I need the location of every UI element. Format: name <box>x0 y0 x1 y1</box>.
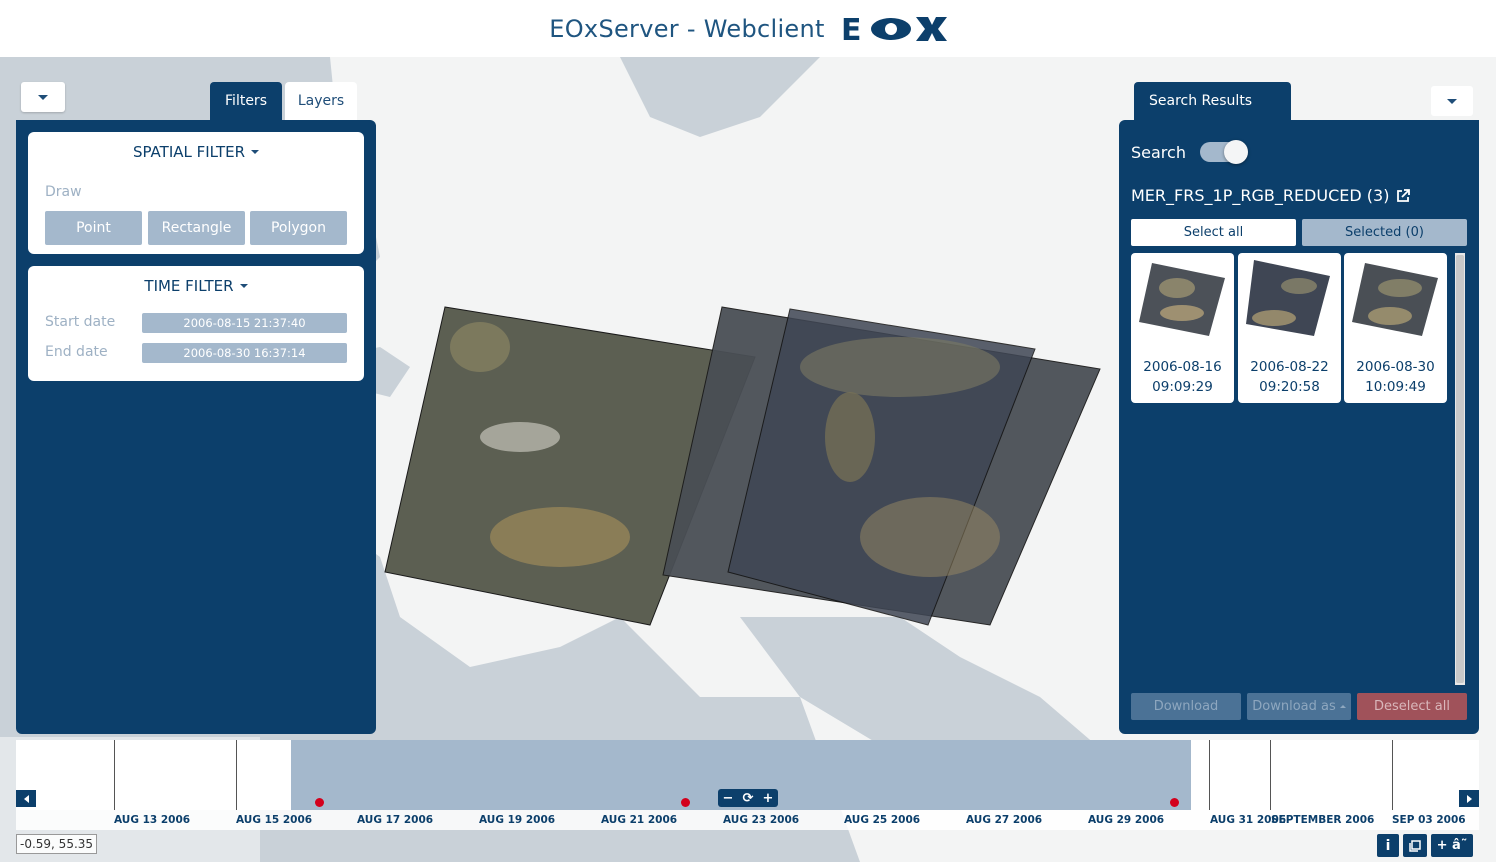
timeline-back-button[interactable] <box>16 790 36 807</box>
tab-layers[interactable]: Layers <box>285 82 357 120</box>
result-thumbnail <box>1139 263 1225 336</box>
timeline-label: SEPTEMBER 2006 <box>1271 814 1375 826</box>
time-filter-card: TIME FILTER Start date 2006-08-15 21:37:… <box>28 266 364 381</box>
timeline-record-dot[interactable] <box>1170 798 1179 807</box>
timeline-label: SEP 03 2006 <box>1392 814 1466 826</box>
bottom-controls: i + â˜ <box>1377 834 1473 857</box>
eox-logo: E <box>841 15 947 43</box>
arrow-left-icon <box>23 794 29 803</box>
filters-panel: SPATIAL FILTER Draw Point Rectangle Poly… <box>16 120 376 734</box>
start-date-label: Start date <box>45 314 116 330</box>
timeline-tick <box>114 740 115 810</box>
draw-rectangle-button[interactable]: Rectangle <box>148 211 245 245</box>
timeline-label: AUG 19 2006 <box>479 814 556 826</box>
tab-search-results[interactable]: Search Results <box>1134 82 1291 120</box>
caret-down-icon <box>251 150 260 154</box>
timeline-record-dot[interactable] <box>315 798 324 807</box>
result-date: 2006-08-30 <box>1356 359 1435 375</box>
result-timestamp: 2006-08-30 10:09:49 <box>1344 357 1447 397</box>
mouse-coordinates: -0.59, 55.35 <box>16 834 98 854</box>
timeline-tick <box>236 740 237 810</box>
info-button[interactable]: i <box>1377 834 1399 857</box>
timeline-record-dot[interactable] <box>681 798 690 807</box>
timeline-label: AUG 23 2006 <box>723 814 800 826</box>
timeline-label: AUG 15 2006 <box>236 814 313 826</box>
result-thumbnail <box>1352 263 1438 336</box>
result-item[interactable]: 2006-08-16 09:09:29 <box>1131 253 1234 403</box>
download-button[interactable]: Download <box>1131 693 1241 720</box>
zoom-out-icon[interactable]: − <box>723 791 734 806</box>
search-toggle-switch[interactable] <box>1200 140 1248 164</box>
attribution-button[interactable]: + â˜ <box>1431 834 1473 857</box>
left-panel-toggle-button[interactable] <box>21 82 65 112</box>
caret-down-icon <box>38 94 48 100</box>
draw-polygon-button[interactable]: Polygon <box>250 211 347 245</box>
download-as-label: Download as <box>1252 699 1336 714</box>
external-link-icon[interactable] <box>1395 188 1411 204</box>
switch-knob <box>1224 140 1248 164</box>
caret-down-icon <box>239 284 248 288</box>
start-date-input[interactable]: 2006-08-15 21:37:40 <box>142 313 347 333</box>
draw-point-button[interactable]: Point <box>45 211 142 245</box>
scrollbar-thumb[interactable] <box>1456 255 1464 683</box>
timeline-label: AUG 27 2006 <box>966 814 1043 826</box>
results-scrollbar[interactable] <box>1455 253 1465 685</box>
tab-filters[interactable]: Filters <box>210 82 282 120</box>
result-timestamp: 2006-08-16 09:09:29 <box>1131 357 1234 397</box>
deselect-all-button[interactable]: Deselect all <box>1357 693 1467 720</box>
search-label: Search <box>1131 143 1186 162</box>
caret-up-icon <box>1339 705 1346 708</box>
result-item[interactable]: 2006-08-22 09:20:58 <box>1238 253 1341 403</box>
time-filter-title: TIME FILTER <box>144 277 234 295</box>
collection-name: MER_FRS_1P_RGB_REDUCED (3) <box>1131 186 1390 205</box>
timeline-label: AUG 13 2006 <box>114 814 191 826</box>
zoom-in-icon[interactable]: + <box>763 791 774 806</box>
timeline-label: AUG 17 2006 <box>357 814 434 826</box>
timeline-tick <box>1392 740 1393 810</box>
right-panel-toggle-button[interactable] <box>1431 86 1473 116</box>
result-date: 2006-08-16 <box>1143 359 1222 375</box>
spatial-filter-card: SPATIAL FILTER Draw Point Rectangle Poly… <box>28 132 364 254</box>
timeline-forward-button[interactable] <box>1459 790 1479 807</box>
collection-title: MER_FRS_1P_RGB_REDUCED (3) <box>1131 186 1411 205</box>
timeline-axis: AUG 13 2006 AUG 15 2006 AUG 17 2006 AUG … <box>16 810 1479 830</box>
svg-text:E: E <box>841 15 862 43</box>
time-filter-toggle[interactable]: TIME FILTER <box>28 277 364 295</box>
book-icon[interactable] <box>1403 834 1427 857</box>
timeline-controls: − ⟳ + <box>718 789 778 807</box>
selected-button[interactable]: Selected (0) <box>1302 219 1467 246</box>
caret-down-icon <box>1447 98 1457 104</box>
result-item[interactable]: 2006-08-30 10:09:49 <box>1344 253 1447 403</box>
spatial-filter-toggle[interactable]: SPATIAL FILTER <box>28 143 364 161</box>
reload-icon[interactable]: ⟳ <box>743 791 754 806</box>
select-all-button[interactable]: Select all <box>1131 219 1296 246</box>
timeline-tick <box>1270 740 1271 810</box>
result-thumbnail <box>1246 260 1330 336</box>
timeline-label: AUG 29 2006 <box>1088 814 1165 826</box>
search-results-panel: Search MER_FRS_1P_RGB_REDUCED (3) Select… <box>1119 120 1479 734</box>
result-time: 09:09:29 <box>1152 379 1213 395</box>
timeline-label: AUG 25 2006 <box>844 814 921 826</box>
result-date: 2006-08-22 <box>1250 359 1329 375</box>
app-title: EOxServer - Webclient <box>549 14 825 43</box>
result-timestamp: 2006-08-22 09:20:58 <box>1238 357 1341 397</box>
arrow-right-icon <box>1466 794 1472 803</box>
app-header: EOxServer - Webclient E <box>0 0 1496 57</box>
end-date-input[interactable]: 2006-08-30 16:37:14 <box>142 343 347 363</box>
timeline-tick <box>1209 740 1210 810</box>
result-time: 09:20:58 <box>1259 379 1320 395</box>
result-time: 10:09:49 <box>1365 379 1426 395</box>
spatial-filter-title: SPATIAL FILTER <box>132 143 246 161</box>
draw-label: Draw <box>45 184 82 200</box>
download-as-button[interactable]: Download as <box>1247 693 1351 720</box>
results-list: 2006-08-16 09:09:29 2006-08-22 09:20:58 <box>1131 253 1455 685</box>
timeline-label: AUG 21 2006 <box>601 814 678 826</box>
end-date-label: End date <box>45 344 108 360</box>
